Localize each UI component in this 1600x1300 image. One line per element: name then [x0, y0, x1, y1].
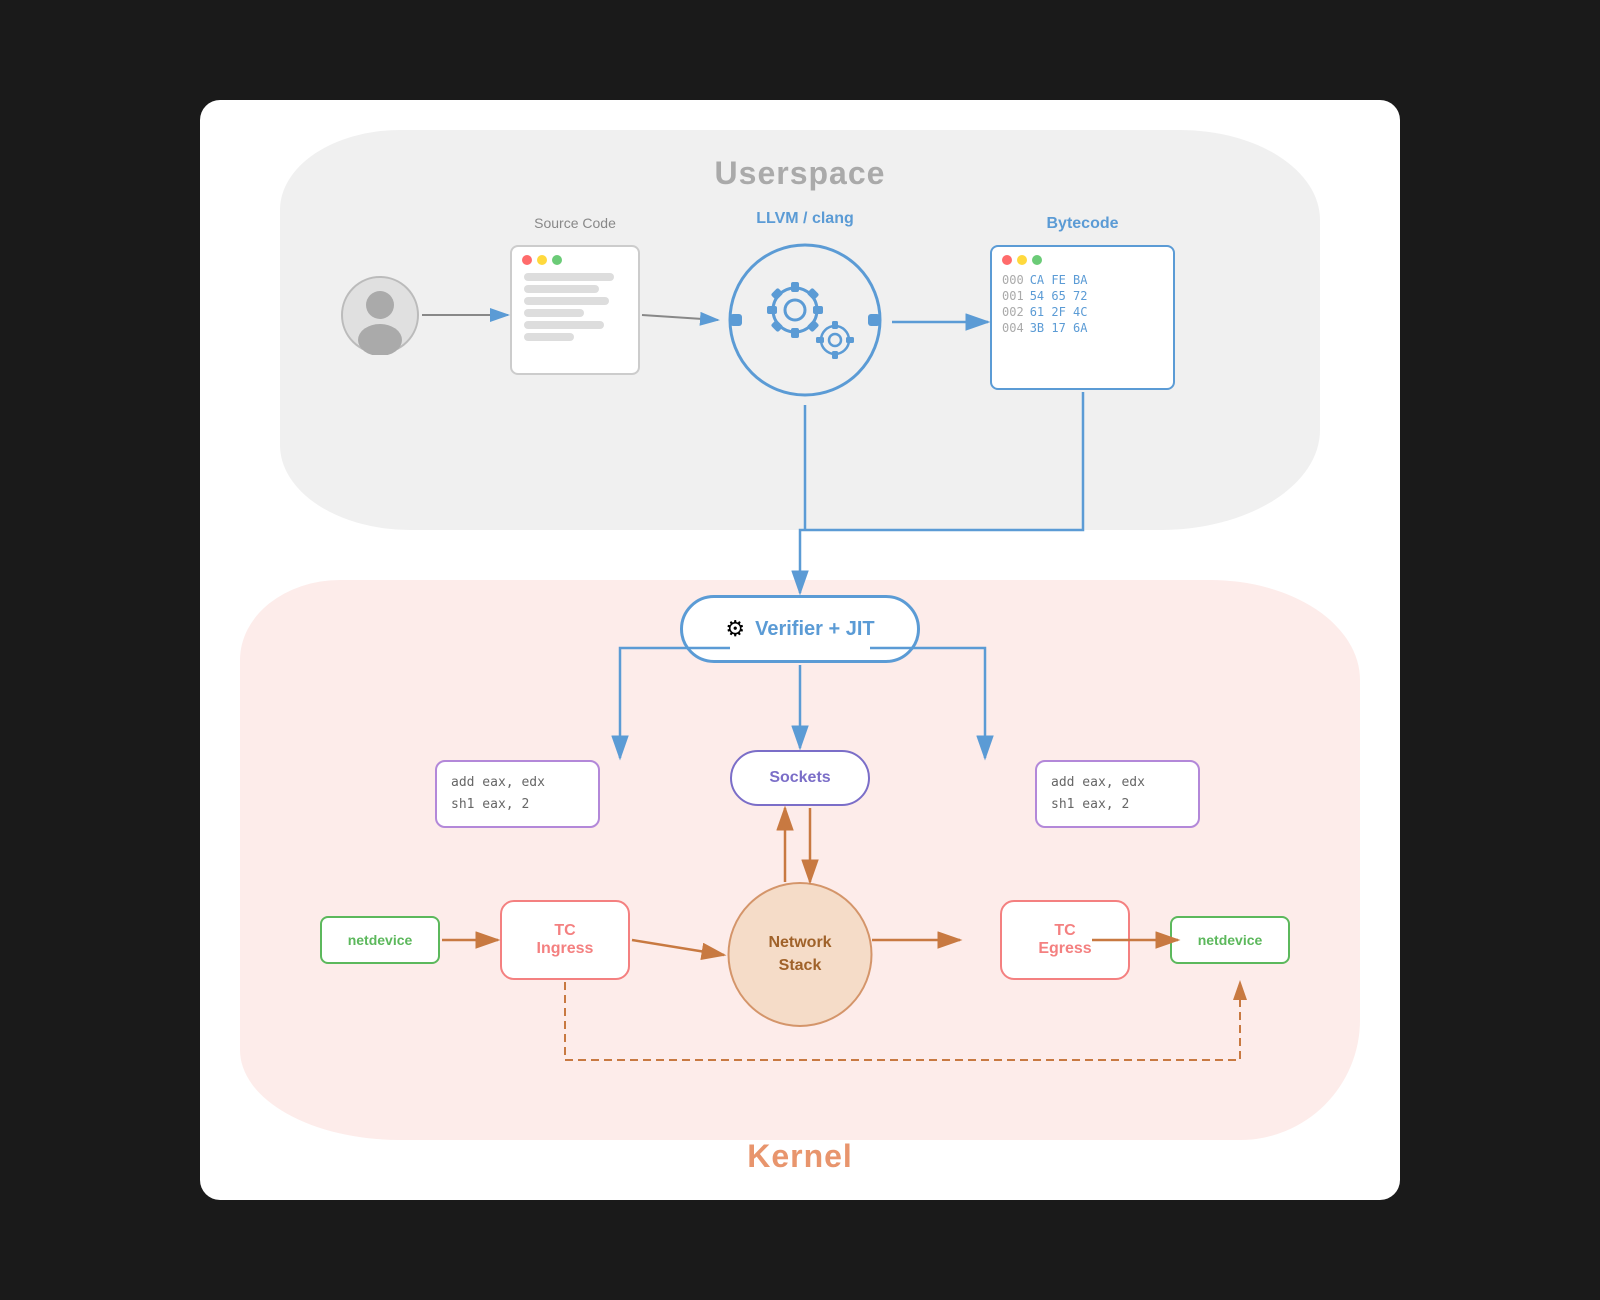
diagram-canvas: Userspace Kernel Source Code LLVM / clan… — [200, 100, 1400, 1200]
bytecode-content: 000CA FE BA 00154 65 72 00261 2F 4C 0043… — [992, 269, 1173, 341]
asm-box-right: add eax, edxsh1 eax, 2 — [1035, 760, 1200, 828]
sockets-box: Sockets — [730, 750, 870, 806]
network-stack-box: NetworkStack — [728, 882, 873, 1027]
netdevice-left-box: netdevice — [320, 916, 440, 964]
kernel-label: Kernel — [747, 1138, 853, 1175]
userspace-label: Userspace — [715, 155, 886, 192]
verifier-box: ⚙ Verifier + JIT — [680, 595, 920, 663]
llvm-label: LLVM / clang — [710, 210, 900, 228]
person-icon — [340, 275, 420, 355]
gear-icon: ⚙ — [725, 616, 745, 642]
bytecode-label: Bytecode — [990, 215, 1175, 233]
tc-ingress-box: TC Ingress — [500, 900, 630, 980]
verifier-label: Verifier + JIT — [755, 618, 875, 641]
bytecode-box: 000CA FE BA 00154 65 72 00261 2F 4C 0043… — [990, 245, 1175, 390]
netdevice-right-box: netdevice — [1170, 916, 1290, 964]
source-code-box — [510, 245, 640, 375]
asm-box-left: add eax, edxsh1 eax, 2 — [435, 760, 600, 828]
tc-egress-box: TC Egress — [1000, 900, 1130, 980]
source-code-label: Source Code — [495, 215, 655, 231]
llvm-circle — [720, 235, 890, 405]
kernel-region — [240, 580, 1360, 1140]
